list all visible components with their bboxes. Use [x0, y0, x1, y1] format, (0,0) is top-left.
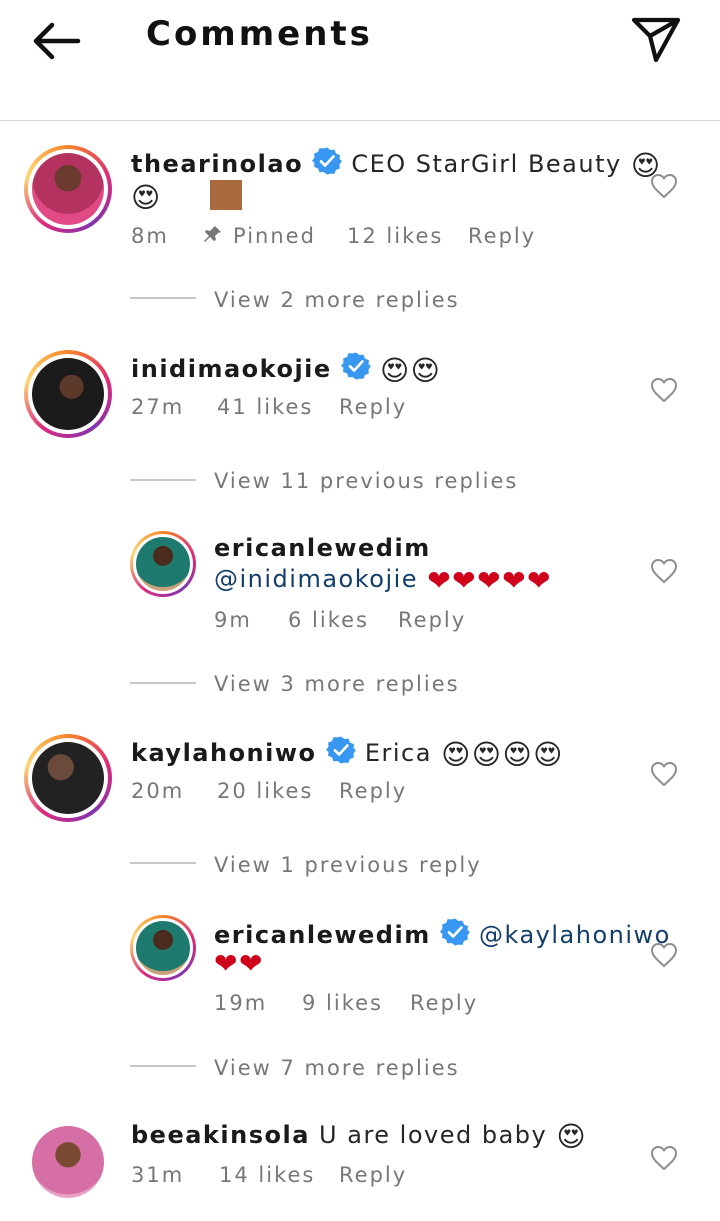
pin-icon	[203, 224, 223, 248]
brown-square-emoji	[209, 180, 242, 210]
heart-outline-icon[interactable]	[650, 942, 678, 968]
username[interactable]: thearinolao	[131, 150, 303, 178]
reply-button[interactable]: Reply	[398, 608, 466, 632]
header-bar: Comments	[0, 0, 720, 121]
likes-count[interactable]: 41 likes	[217, 395, 313, 419]
time: 8m	[131, 224, 169, 248]
pinned-label: Pinned	[233, 224, 316, 248]
comment-meta: 31m 14 likes Reply	[131, 1163, 451, 1189]
time: 19m	[214, 991, 268, 1015]
avatar[interactable]	[24, 734, 112, 822]
comment-text: ericanlewedim @kaylahoniwo	[214, 917, 671, 949]
comment-meta: 9m 6 likes Reply	[214, 608, 514, 634]
view-replies-button[interactable]: View 3 more replies	[214, 672, 460, 696]
comment-text: ericanlewedim	[214, 534, 431, 562]
avatar[interactable]	[24, 350, 112, 438]
comment-text-cont: @inidimaokojie ❤❤❤❤❤	[214, 564, 552, 597]
avatar[interactable]	[32, 1126, 104, 1198]
mention-link[interactable]: @kaylahoniwo	[479, 921, 671, 949]
heart-outline-icon[interactable]	[650, 173, 678, 199]
back-arrow-icon[interactable]	[28, 18, 84, 64]
likes-count[interactable]: 6 likes	[288, 608, 369, 632]
view-replies-button[interactable]: View 7 more replies	[214, 1056, 460, 1080]
reply-button[interactable]: Reply	[410, 991, 478, 1015]
comment-text: thearinolao CEO StarGirl Beauty 😍	[131, 146, 662, 182]
comment-body: U are loved baby	[319, 1121, 548, 1149]
heart-eyes-emoji: 😍😍	[379, 354, 442, 387]
username[interactable]: ericanlewedim	[214, 921, 431, 949]
likes-count[interactable]: 14 likes	[219, 1163, 315, 1187]
username[interactable]: ericanlewedim	[214, 534, 431, 562]
heart-outline-icon[interactable]	[650, 377, 678, 403]
divider	[130, 862, 196, 864]
view-replies-button[interactable]: View 11 previous replies	[214, 469, 518, 493]
send-icon[interactable]	[630, 14, 682, 64]
divider	[130, 682, 196, 684]
red-heart-emoji: ❤❤	[214, 947, 264, 980]
comment-text: kaylahoniwo Erica 😍😍😍😍	[131, 735, 564, 771]
likes-count[interactable]: 20 likes	[217, 779, 313, 803]
time: 9m	[214, 608, 252, 632]
view-replies-button[interactable]: View 2 more replies	[214, 288, 460, 312]
view-replies-button[interactable]: View 1 previous reply	[214, 853, 482, 877]
username[interactable]: kaylahoniwo	[131, 739, 317, 767]
comment-text-cont: ❤❤	[214, 947, 264, 980]
username[interactable]: inidimaokojie	[131, 355, 332, 383]
avatar[interactable]	[24, 145, 112, 233]
username[interactable]: beeakinsola	[131, 1121, 310, 1149]
comment-body: Erica	[364, 739, 432, 767]
divider	[130, 1065, 196, 1067]
reply-button[interactable]: Reply	[468, 224, 536, 248]
heart-eyes-emoji: 😍	[556, 1120, 588, 1153]
reply-button[interactable]: Reply	[339, 1163, 407, 1187]
time: 31m	[131, 1163, 185, 1187]
heart-eyes-emoji: 😍😍😍😍	[441, 738, 564, 771]
comment-meta: 27m 41 likes Reply	[131, 395, 451, 421]
heart-outline-icon[interactable]	[650, 1145, 678, 1171]
divider	[130, 479, 196, 481]
comment-meta: 8m Pinned 12 likes Reply	[131, 224, 551, 250]
time: 27m	[131, 395, 185, 419]
mention-link[interactable]: @inidimaokojie	[214, 565, 418, 593]
verified-icon	[312, 146, 342, 176]
comment-meta: 20m 20 likes Reply	[131, 779, 451, 805]
avatar[interactable]	[130, 915, 196, 981]
comment-body: CEO StarGirl Beauty	[351, 150, 622, 178]
reply-button[interactable]: Reply	[339, 779, 407, 803]
heart-outline-icon[interactable]	[650, 761, 678, 787]
divider	[130, 297, 196, 299]
likes-count[interactable]: 9 likes	[302, 991, 383, 1015]
heart-eyes-emoji: 😍	[131, 181, 162, 214]
avatar[interactable]	[130, 531, 196, 597]
comment-meta: 19m 9 likes Reply	[214, 991, 514, 1017]
comment-text: inidimaokojie 😍😍	[131, 351, 441, 387]
red-heart-emoji: ❤❤❤❤❤	[427, 564, 552, 597]
comment-text-cont: 😍	[131, 180, 242, 214]
reply-button[interactable]: Reply	[339, 395, 407, 419]
time: 20m	[131, 779, 185, 803]
comment-text: beeakinsola U are loved baby 😍	[131, 1120, 587, 1153]
page-title: Comments	[146, 14, 373, 54]
verified-icon	[440, 917, 470, 947]
likes-count[interactable]: 12 likes	[347, 224, 443, 248]
verified-icon	[341, 351, 371, 381]
verified-icon	[326, 735, 356, 765]
heart-outline-icon[interactable]	[650, 558, 678, 584]
